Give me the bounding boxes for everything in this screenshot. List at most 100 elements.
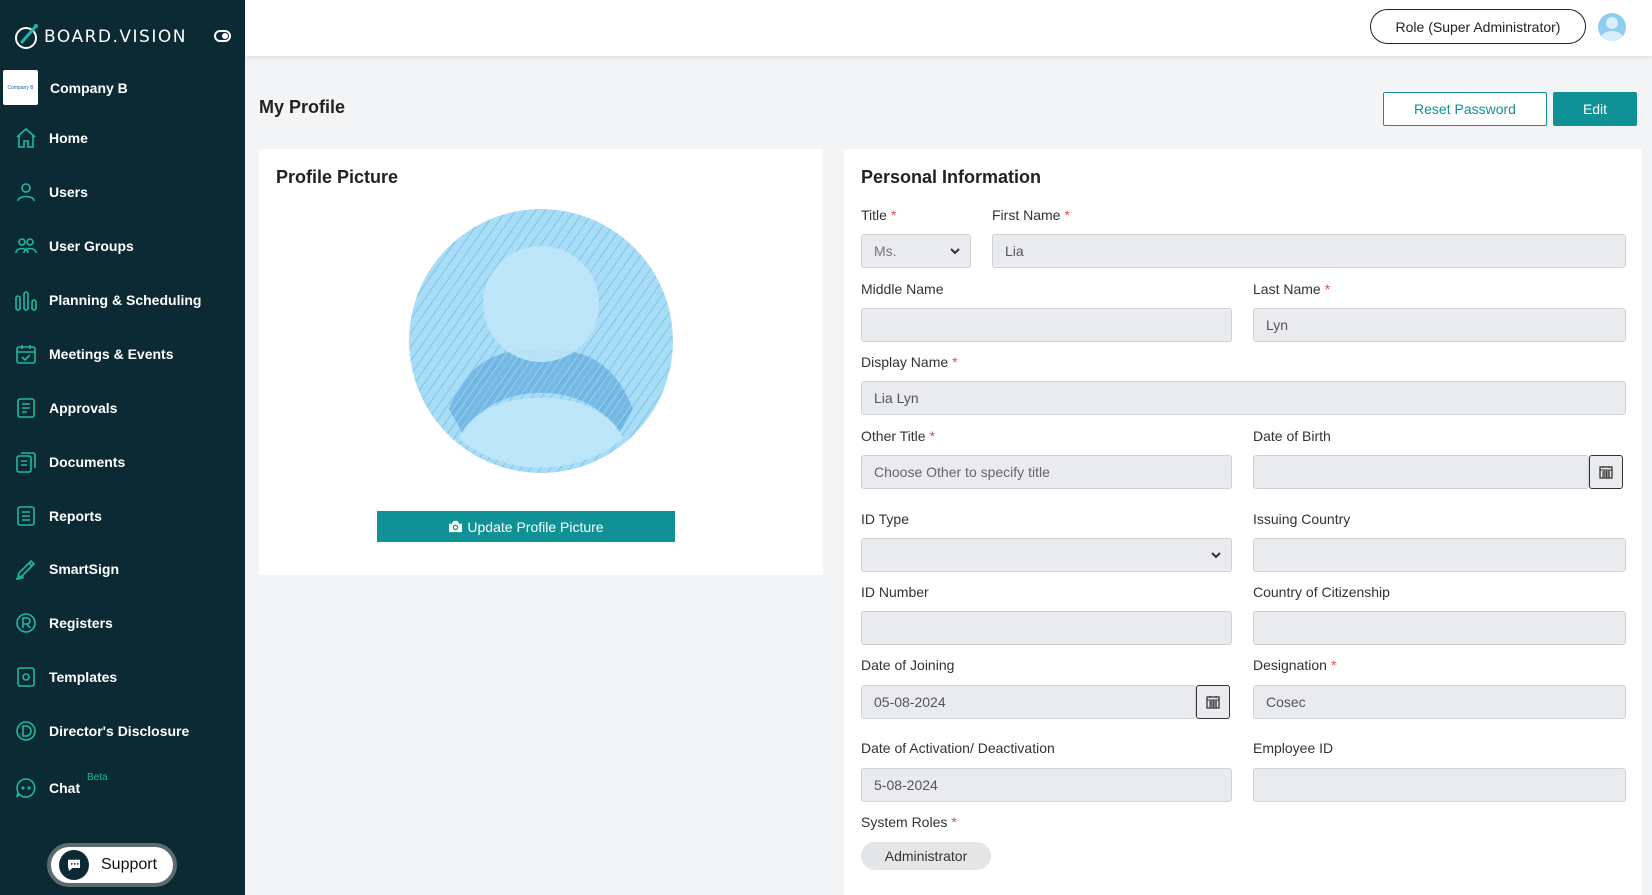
- support-button[interactable]: Support: [47, 843, 177, 887]
- sidebar-item-chat[interactable]: Chat Beta: [0, 768, 245, 808]
- calendar-icon: [1206, 696, 1220, 709]
- role-button[interactable]: Role (Super Administrator): [1370, 9, 1586, 44]
- id-type-select[interactable]: [861, 538, 1232, 572]
- sidebar-item-user-groups[interactable]: User Groups: [0, 226, 245, 266]
- camera-icon: [449, 520, 463, 533]
- last-name-field[interactable]: Lyn: [1253, 308, 1626, 342]
- middle-name-field[interactable]: [861, 308, 1232, 342]
- sidebar-item-approvals[interactable]: Approvals: [0, 388, 245, 428]
- sidebar-toggle-icon[interactable]: [214, 30, 231, 42]
- calendar-check-icon: [14, 342, 38, 366]
- chat-icon: [14, 776, 38, 800]
- employee-id-field[interactable]: [1253, 768, 1626, 802]
- sidebar-item-label: User Groups: [49, 238, 134, 254]
- date-of-birth-label: Date of Birth: [1253, 428, 1331, 444]
- first-name-label: First Name *: [992, 207, 1070, 223]
- designation-field[interactable]: Cosec: [1253, 685, 1626, 719]
- document-icon: [14, 396, 38, 420]
- profile-picture-card: Profile Picture Update Profile Picture: [259, 149, 823, 575]
- id-number-label: ID Number: [861, 584, 929, 600]
- other-title-label: Other Title *: [861, 428, 936, 444]
- activation-date-field[interactable]: 5-08-2024: [861, 768, 1232, 802]
- last-name-label: Last Name *: [1253, 281, 1331, 297]
- brand-name: BOARD.VISION: [44, 27, 187, 47]
- sidebar-item-directors-disclosure[interactable]: Director's Disclosure: [0, 711, 245, 751]
- sidebar-item-label: Reports: [49, 508, 102, 524]
- d-circle-icon: [14, 719, 38, 743]
- sidebar-item-label: Registers: [49, 615, 113, 631]
- registered-icon: [14, 611, 38, 635]
- chevron-down-icon: [950, 248, 960, 255]
- update-profile-picture-label: Update Profile Picture: [467, 518, 604, 535]
- users-icon: [14, 234, 38, 258]
- edit-button[interactable]: Edit: [1553, 92, 1637, 126]
- other-title-field[interactable]: Choose Other to specify title: [861, 455, 1232, 489]
- sidebar-item-home[interactable]: Home: [0, 118, 245, 158]
- sidebar-item-label: Planning & Scheduling: [49, 292, 202, 308]
- sidebar-item-meetings[interactable]: Meetings & Events: [0, 334, 245, 374]
- issuing-country-label: Issuing Country: [1253, 511, 1351, 527]
- sidebar-item-registers[interactable]: Registers: [0, 603, 245, 643]
- sidebar-item-reports[interactable]: Reports: [0, 496, 245, 536]
- citizenship-field[interactable]: [1253, 611, 1626, 645]
- first-name-field[interactable]: Lia: [992, 234, 1626, 268]
- sidebar-item-users[interactable]: Users: [0, 172, 245, 212]
- pen-icon: [14, 557, 38, 581]
- page-title: My Profile: [259, 97, 346, 117]
- company-name: Company B: [50, 79, 128, 96]
- designation-label: Designation *: [1253, 657, 1337, 673]
- sidebar-item-label: Approvals: [49, 400, 118, 416]
- sidebar-item-label: Users: [49, 184, 88, 200]
- sidebar-item-label: Director's Disclosure: [49, 723, 190, 739]
- profile-picture-title: Profile Picture: [276, 167, 399, 187]
- brand[interactable]: BOARD.VISION: [12, 22, 187, 52]
- issuing-country-field[interactable]: [1253, 538, 1626, 572]
- sidebar-item-templates[interactable]: Templates: [0, 657, 245, 697]
- date-of-joining-calendar-button[interactable]: [1196, 685, 1230, 719]
- template-icon: [14, 665, 38, 689]
- id-type-label: ID Type: [861, 511, 909, 527]
- citizenship-label: Country of Citizenship: [1253, 584, 1390, 600]
- chevron-down-icon: [1211, 552, 1221, 559]
- update-profile-picture-button[interactable]: Update Profile Picture: [377, 511, 675, 542]
- sidebar-item-label: Chat: [49, 780, 81, 796]
- sidebar-item-label: SmartSign: [49, 561, 120, 577]
- sidebar-item-label: Home: [49, 130, 88, 146]
- home-icon: [14, 126, 38, 150]
- documents-icon: [14, 450, 38, 474]
- date-of-birth-field[interactable]: [1253, 455, 1589, 489]
- display-name-field[interactable]: Lia Lyn: [861, 381, 1626, 415]
- date-of-birth-calendar-button[interactable]: [1589, 455, 1623, 489]
- beta-badge: Beta: [87, 772, 108, 783]
- sidebar-item-documents[interactable]: Documents: [0, 442, 245, 482]
- sidebar-item-label: Documents: [49, 454, 126, 470]
- middle-name-label: Middle Name: [861, 281, 944, 297]
- sidebar-item-label: Meetings & Events: [49, 346, 174, 362]
- sidebar-item-smartsign[interactable]: SmartSign: [0, 549, 245, 589]
- employee-id-label: Employee ID: [1253, 740, 1334, 756]
- reset-password-button[interactable]: Reset Password: [1383, 92, 1547, 126]
- sidebar-item-planning[interactable]: Planning & Scheduling: [0, 280, 245, 320]
- list-icon: [14, 504, 38, 528]
- profile-picture: [409, 209, 673, 473]
- calendar-icon: [1599, 466, 1613, 479]
- personal-information-card: Personal Information Title * Ms. First Na…: [844, 149, 1642, 895]
- personal-information-title: Personal Information: [861, 167, 1042, 187]
- user-icon: [14, 180, 38, 204]
- sidebar: BOARD.VISION Company B Company B Home Us…: [0, 0, 245, 895]
- support-chat-icon: [59, 850, 89, 880]
- title-select[interactable]: Ms.: [861, 234, 971, 268]
- brand-logo-icon: [15, 24, 38, 49]
- sidebar-item-label: Templates: [49, 669, 118, 685]
- user-avatar[interactable]: [1598, 13, 1626, 41]
- date-of-joining-field[interactable]: 05-08-2024: [861, 685, 1196, 719]
- id-number-field[interactable]: [861, 611, 1232, 645]
- company-switcher[interactable]: Company B Company B: [3, 70, 128, 105]
- date-of-joining-label: Date of Joining: [861, 657, 955, 673]
- bars-icon: [14, 288, 38, 312]
- system-role-chip: Administrator: [861, 842, 991, 870]
- title-label: Title *: [861, 207, 897, 223]
- display-name-label: Display Name *: [861, 354, 958, 370]
- system-roles-label: System Roles *: [861, 814, 957, 830]
- activation-date-label: Date of Activation/ Deactivation: [861, 740, 1055, 756]
